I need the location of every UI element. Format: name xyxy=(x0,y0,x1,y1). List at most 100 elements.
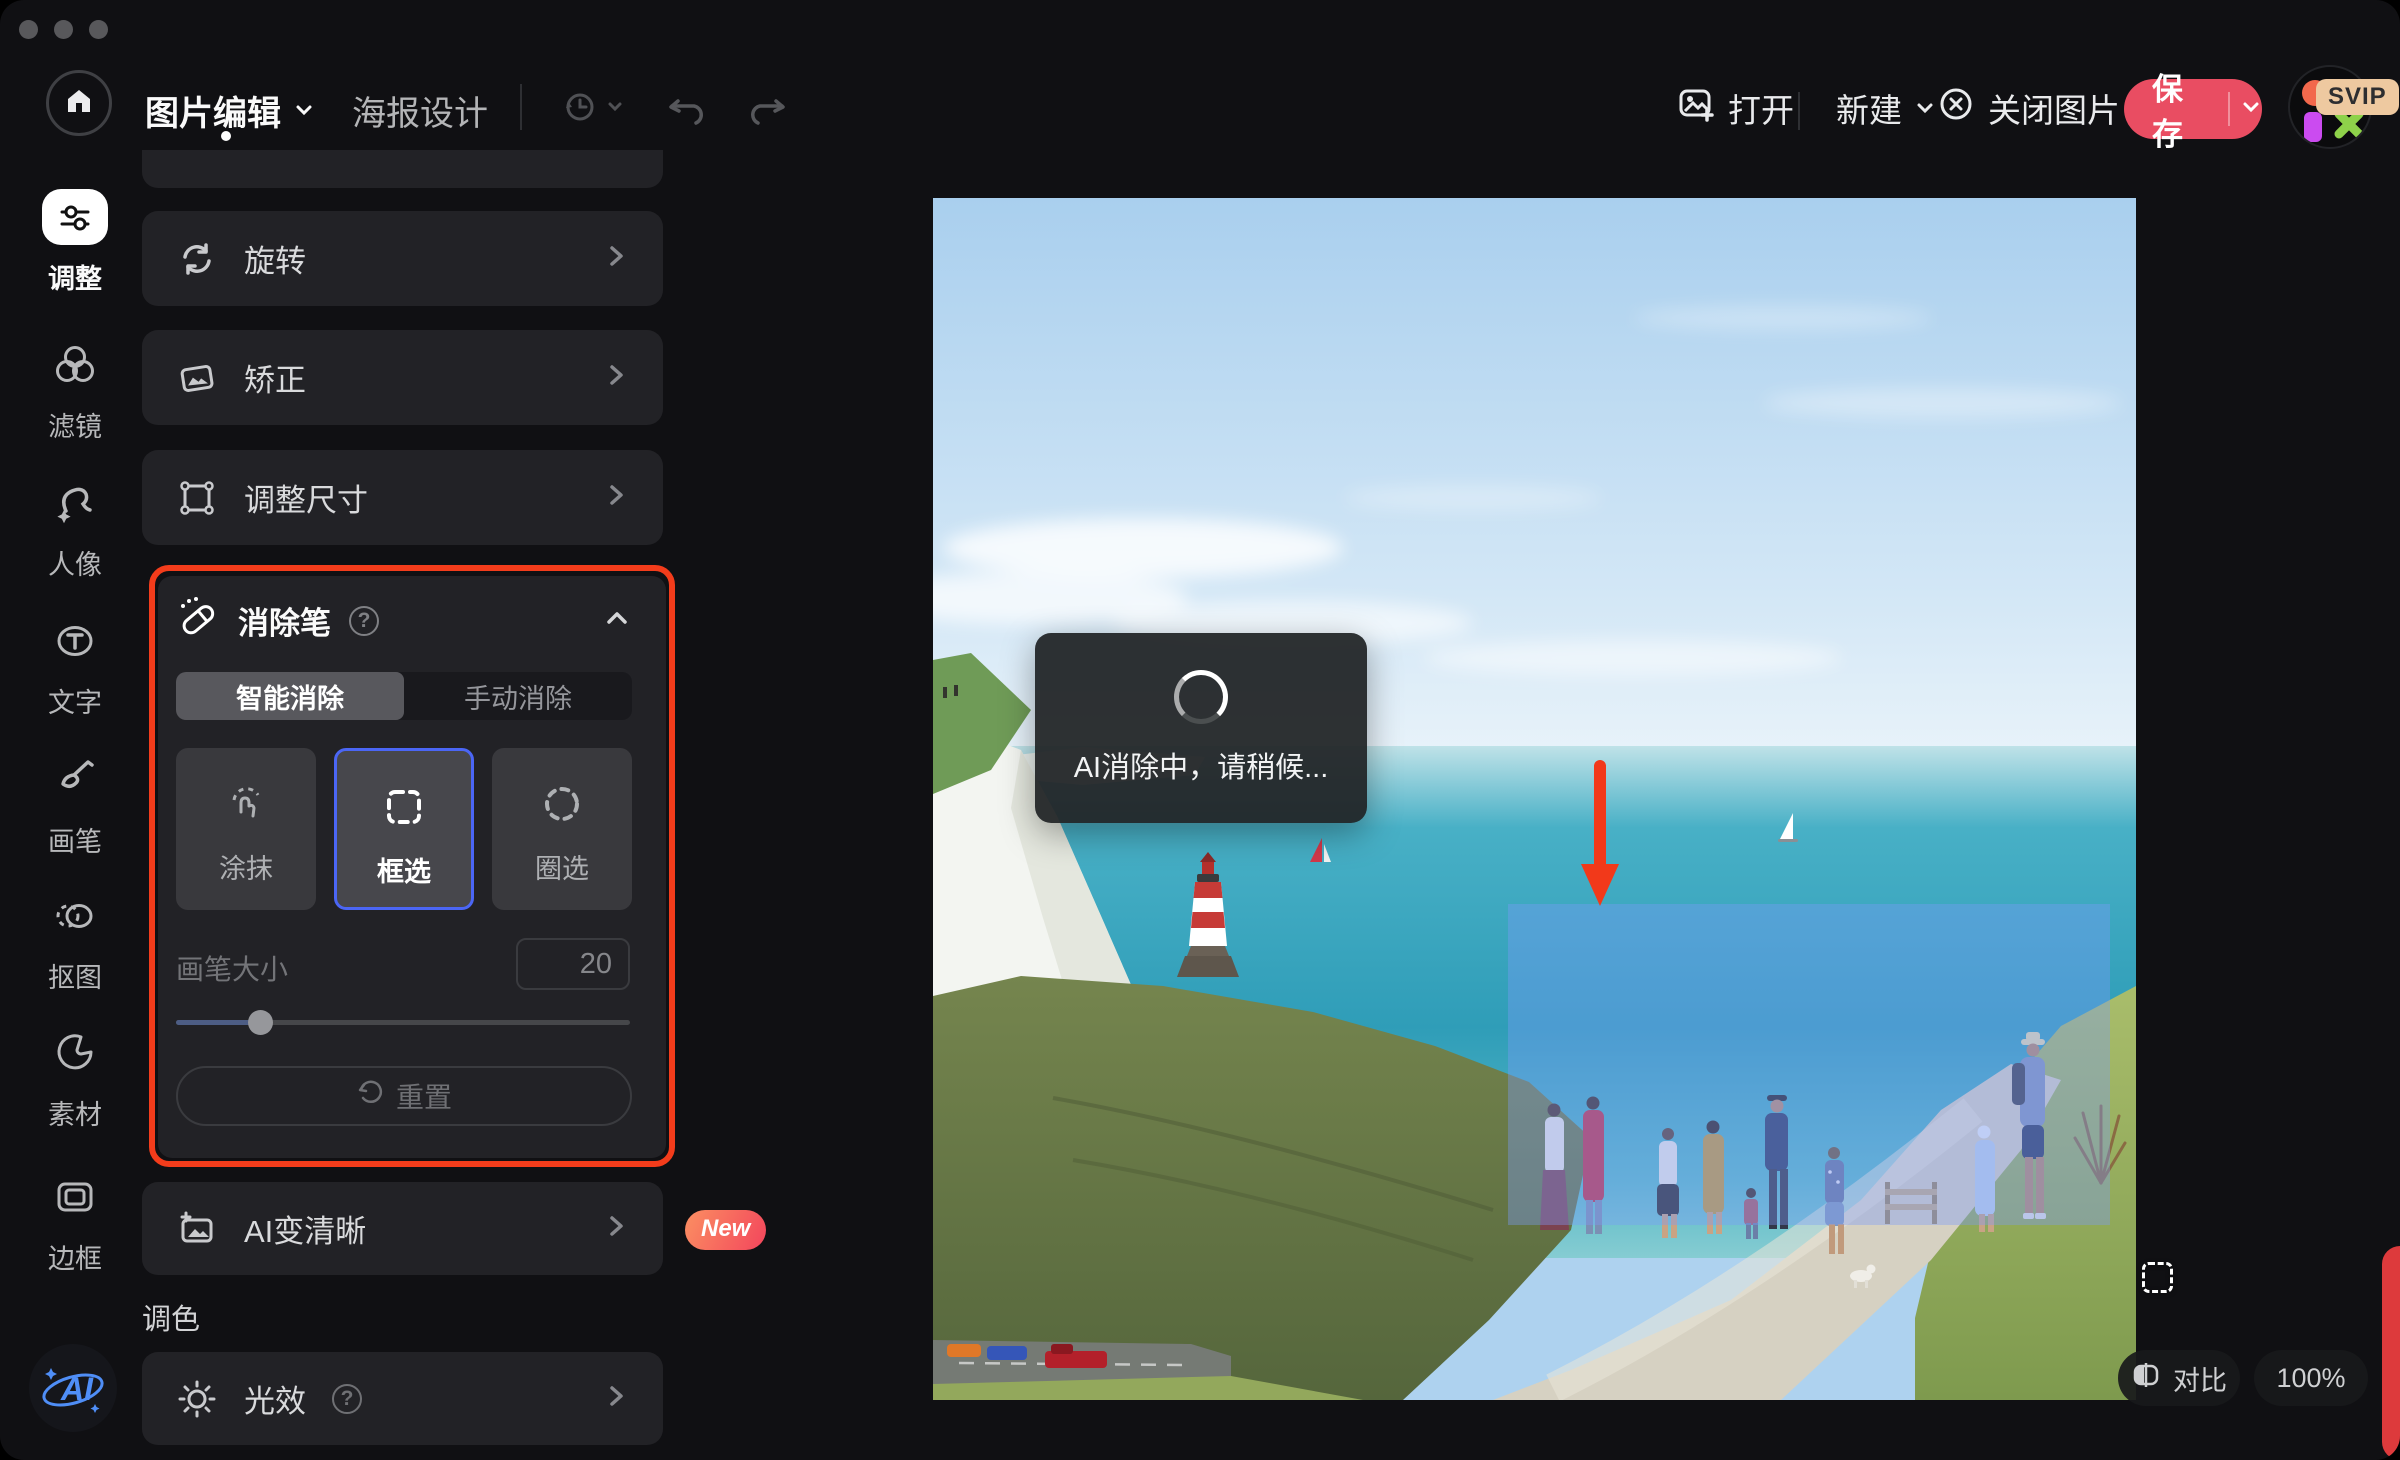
mode-label: 框选 xyxy=(337,850,471,889)
sidebar-item-label: 人像 xyxy=(0,543,150,582)
eraser-pen-icon xyxy=(176,596,220,645)
topbar-divider xyxy=(520,84,522,130)
compare-button-label: 对比 xyxy=(2173,1359,2227,1398)
tab-photo-edit[interactable]: 图片编辑 xyxy=(145,86,315,135)
lasso-icon xyxy=(536,778,588,835)
zoom-level-button[interactable]: 100% xyxy=(2254,1350,2368,1406)
tab-photo-edit-label: 图片编辑 xyxy=(145,86,281,135)
ai-erase-loading-toast: AI消除中，请稍候... xyxy=(1035,633,1367,823)
home-icon xyxy=(64,86,94,121)
sliders-icon xyxy=(42,189,108,245)
brush-icon xyxy=(52,790,98,807)
close-circle-icon xyxy=(1936,84,1976,132)
new-button[interactable]: 新建 xyxy=(1836,84,1936,132)
reset-icon xyxy=(356,1079,384,1114)
sticker-icon xyxy=(52,1063,98,1080)
panel-card-rotate[interactable]: 旋转 xyxy=(142,211,663,306)
panel-card-light-effect[interactable]: 光效 ? xyxy=(142,1352,663,1445)
filter-circles-icon xyxy=(52,375,98,392)
zoom-level-value: 100% xyxy=(2276,1363,2345,1394)
mode-rect-select[interactable]: 框选 xyxy=(334,748,474,910)
redo-button[interactable] xyxy=(744,84,788,133)
section-title-color: 调色 xyxy=(142,1296,200,1338)
panel-card-label: 旋转 xyxy=(244,236,306,281)
brush-size-label: 画笔大小 xyxy=(176,948,288,988)
sidebar-item-portrait[interactable]: 人像 xyxy=(0,480,150,582)
new-badge-label: New xyxy=(701,1215,750,1242)
mode-lasso-select[interactable]: 圈选 xyxy=(492,748,632,910)
loading-text: AI消除中，请稍候... xyxy=(1074,744,1329,786)
sidebar-item-cutout[interactable]: 抠图 xyxy=(0,893,150,995)
history-button[interactable] xyxy=(558,86,624,133)
chevron-right-icon xyxy=(603,241,629,277)
sidebar-item-text[interactable]: 文字 xyxy=(0,618,150,720)
sidebar-item-adjust[interactable]: 调整 xyxy=(0,189,150,296)
brush-size-slider[interactable] xyxy=(176,1020,630,1025)
eraser-pen-header[interactable]: 消除笔 ? xyxy=(176,596,632,645)
app-window: 图片编辑 海报设计 打开 新建 关闭图片 保存 xyxy=(0,0,2400,1460)
mode-label: 圈选 xyxy=(492,847,632,886)
history-icon xyxy=(558,86,600,133)
compare-icon xyxy=(2131,1360,2161,1397)
topbar-divider xyxy=(1798,92,1800,130)
straighten-icon xyxy=(176,357,218,399)
ai-enhance-icon xyxy=(176,1208,218,1250)
reset-button[interactable]: 重置 xyxy=(176,1066,632,1126)
sidebar-item-filters[interactable]: 滤镜 xyxy=(0,342,150,444)
smudge-icon xyxy=(220,778,272,835)
close-image-button[interactable]: 关闭图片 xyxy=(1936,84,2120,132)
sidebar-item-label: 调整 xyxy=(0,257,150,296)
cutout-icon xyxy=(51,926,99,943)
frame-icon xyxy=(52,1207,98,1224)
chevron-up-icon[interactable] xyxy=(602,603,632,638)
window-minimize-button[interactable] xyxy=(54,20,73,39)
portrait-icon xyxy=(52,513,98,530)
save-button-label: 保存 xyxy=(2124,64,2210,154)
sidebar-item-label: 素材 xyxy=(0,1093,150,1132)
tab-poster-design[interactable]: 海报设计 xyxy=(352,86,488,135)
chevron-down-icon[interactable] xyxy=(2240,96,2262,123)
undo-button[interactable] xyxy=(666,84,710,133)
brush-size-value[interactable]: 20 xyxy=(516,938,630,990)
panel-card-partial[interactable] xyxy=(142,150,663,188)
eraser-mode-tabs: 智能消除 手动消除 xyxy=(176,672,632,720)
feedback-edge-tab[interactable] xyxy=(2382,1246,2400,1460)
loading-spinner-icon xyxy=(1174,670,1228,724)
open-button[interactable]: 打开 xyxy=(1676,84,1794,132)
canvas-viewport[interactable]: AI消除中，请稍候... xyxy=(933,198,2136,1400)
sidebar-item-frame[interactable]: 边框 xyxy=(0,1174,150,1276)
window-close-button[interactable] xyxy=(19,20,38,39)
svip-badge-label: SVIP xyxy=(2328,83,2387,110)
panel-card-label: AI变清晰 xyxy=(244,1206,366,1251)
compare-button[interactable]: 对比 xyxy=(2118,1350,2240,1406)
resize-icon xyxy=(176,477,218,519)
chevron-right-icon xyxy=(603,360,629,396)
tab-manual-erase[interactable]: 手动消除 xyxy=(404,672,632,720)
tiny-figure xyxy=(954,685,958,696)
sidebar-item-assets[interactable]: 素材 xyxy=(0,1030,150,1132)
help-icon[interactable]: ? xyxy=(349,606,379,636)
sidebar-item-brush[interactable]: 画笔 xyxy=(0,757,150,859)
reset-button-label: 重置 xyxy=(396,1076,452,1116)
chevron-down-icon xyxy=(293,91,315,130)
home-button[interactable] xyxy=(46,70,112,136)
brush-size-slider-knob[interactable] xyxy=(248,1010,273,1035)
open-image-icon xyxy=(1676,84,1716,132)
panel-card-resize[interactable]: 调整尺寸 xyxy=(142,450,663,545)
rect-select-cursor xyxy=(2142,1262,2173,1293)
tab-smart-erase[interactable]: 智能消除 xyxy=(176,672,404,720)
save-split-button[interactable]: 保存 xyxy=(2124,79,2262,139)
panel-card-straighten[interactable]: 矫正 xyxy=(142,330,663,425)
mode-smudge[interactable]: 涂抹 xyxy=(176,748,316,910)
ai-assistant-button[interactable]: AI xyxy=(29,1344,117,1432)
chevron-right-icon xyxy=(603,480,629,516)
chevron-down-icon xyxy=(606,98,624,121)
ai-erase-selection-region[interactable] xyxy=(1508,904,2110,1225)
panel-card-ai-enhance[interactable]: AI变清晰 New xyxy=(142,1182,663,1275)
tab-label: 手动消除 xyxy=(464,677,572,716)
help-icon[interactable]: ? xyxy=(332,1384,362,1414)
sidebar-item-label: 滤镜 xyxy=(0,405,150,444)
close-image-label: 关闭图片 xyxy=(1988,84,2120,132)
svg-text:AI: AI xyxy=(60,1371,94,1407)
window-zoom-button[interactable] xyxy=(89,20,108,39)
